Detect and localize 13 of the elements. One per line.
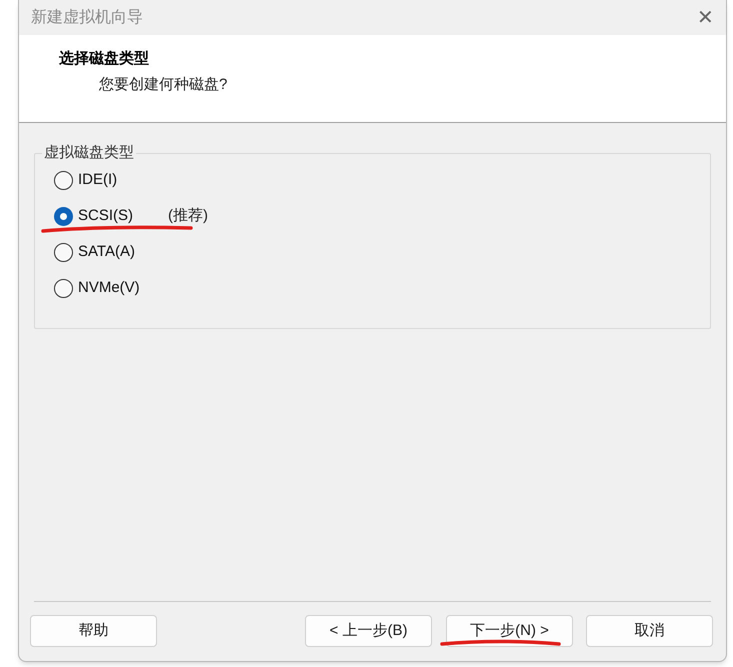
next-button[interactable]: 下一步(N) > [446,615,573,647]
close-button[interactable]: ✕ [697,8,714,28]
radio-option[interactable]: SCSI(S) [54,205,134,228]
page-subtitle: 您要创建何种磁盘? [98,74,228,94]
window-title: 新建虚拟机向导 [31,8,143,28]
recommended-note: (推荐) [168,206,208,226]
help-button[interactable]: 帮助 [30,615,157,647]
radio-option[interactable]: IDE(I) [54,169,118,192]
page-title: 选择磁盘类型 [59,48,150,69]
radio-option[interactable]: NVMe(V) [54,277,140,300]
radio-option[interactable]: SATA(A) [54,241,135,264]
cancel-button[interactable]: 取消 [586,615,713,647]
back-button[interactable]: < 上一步(B) [305,615,432,647]
